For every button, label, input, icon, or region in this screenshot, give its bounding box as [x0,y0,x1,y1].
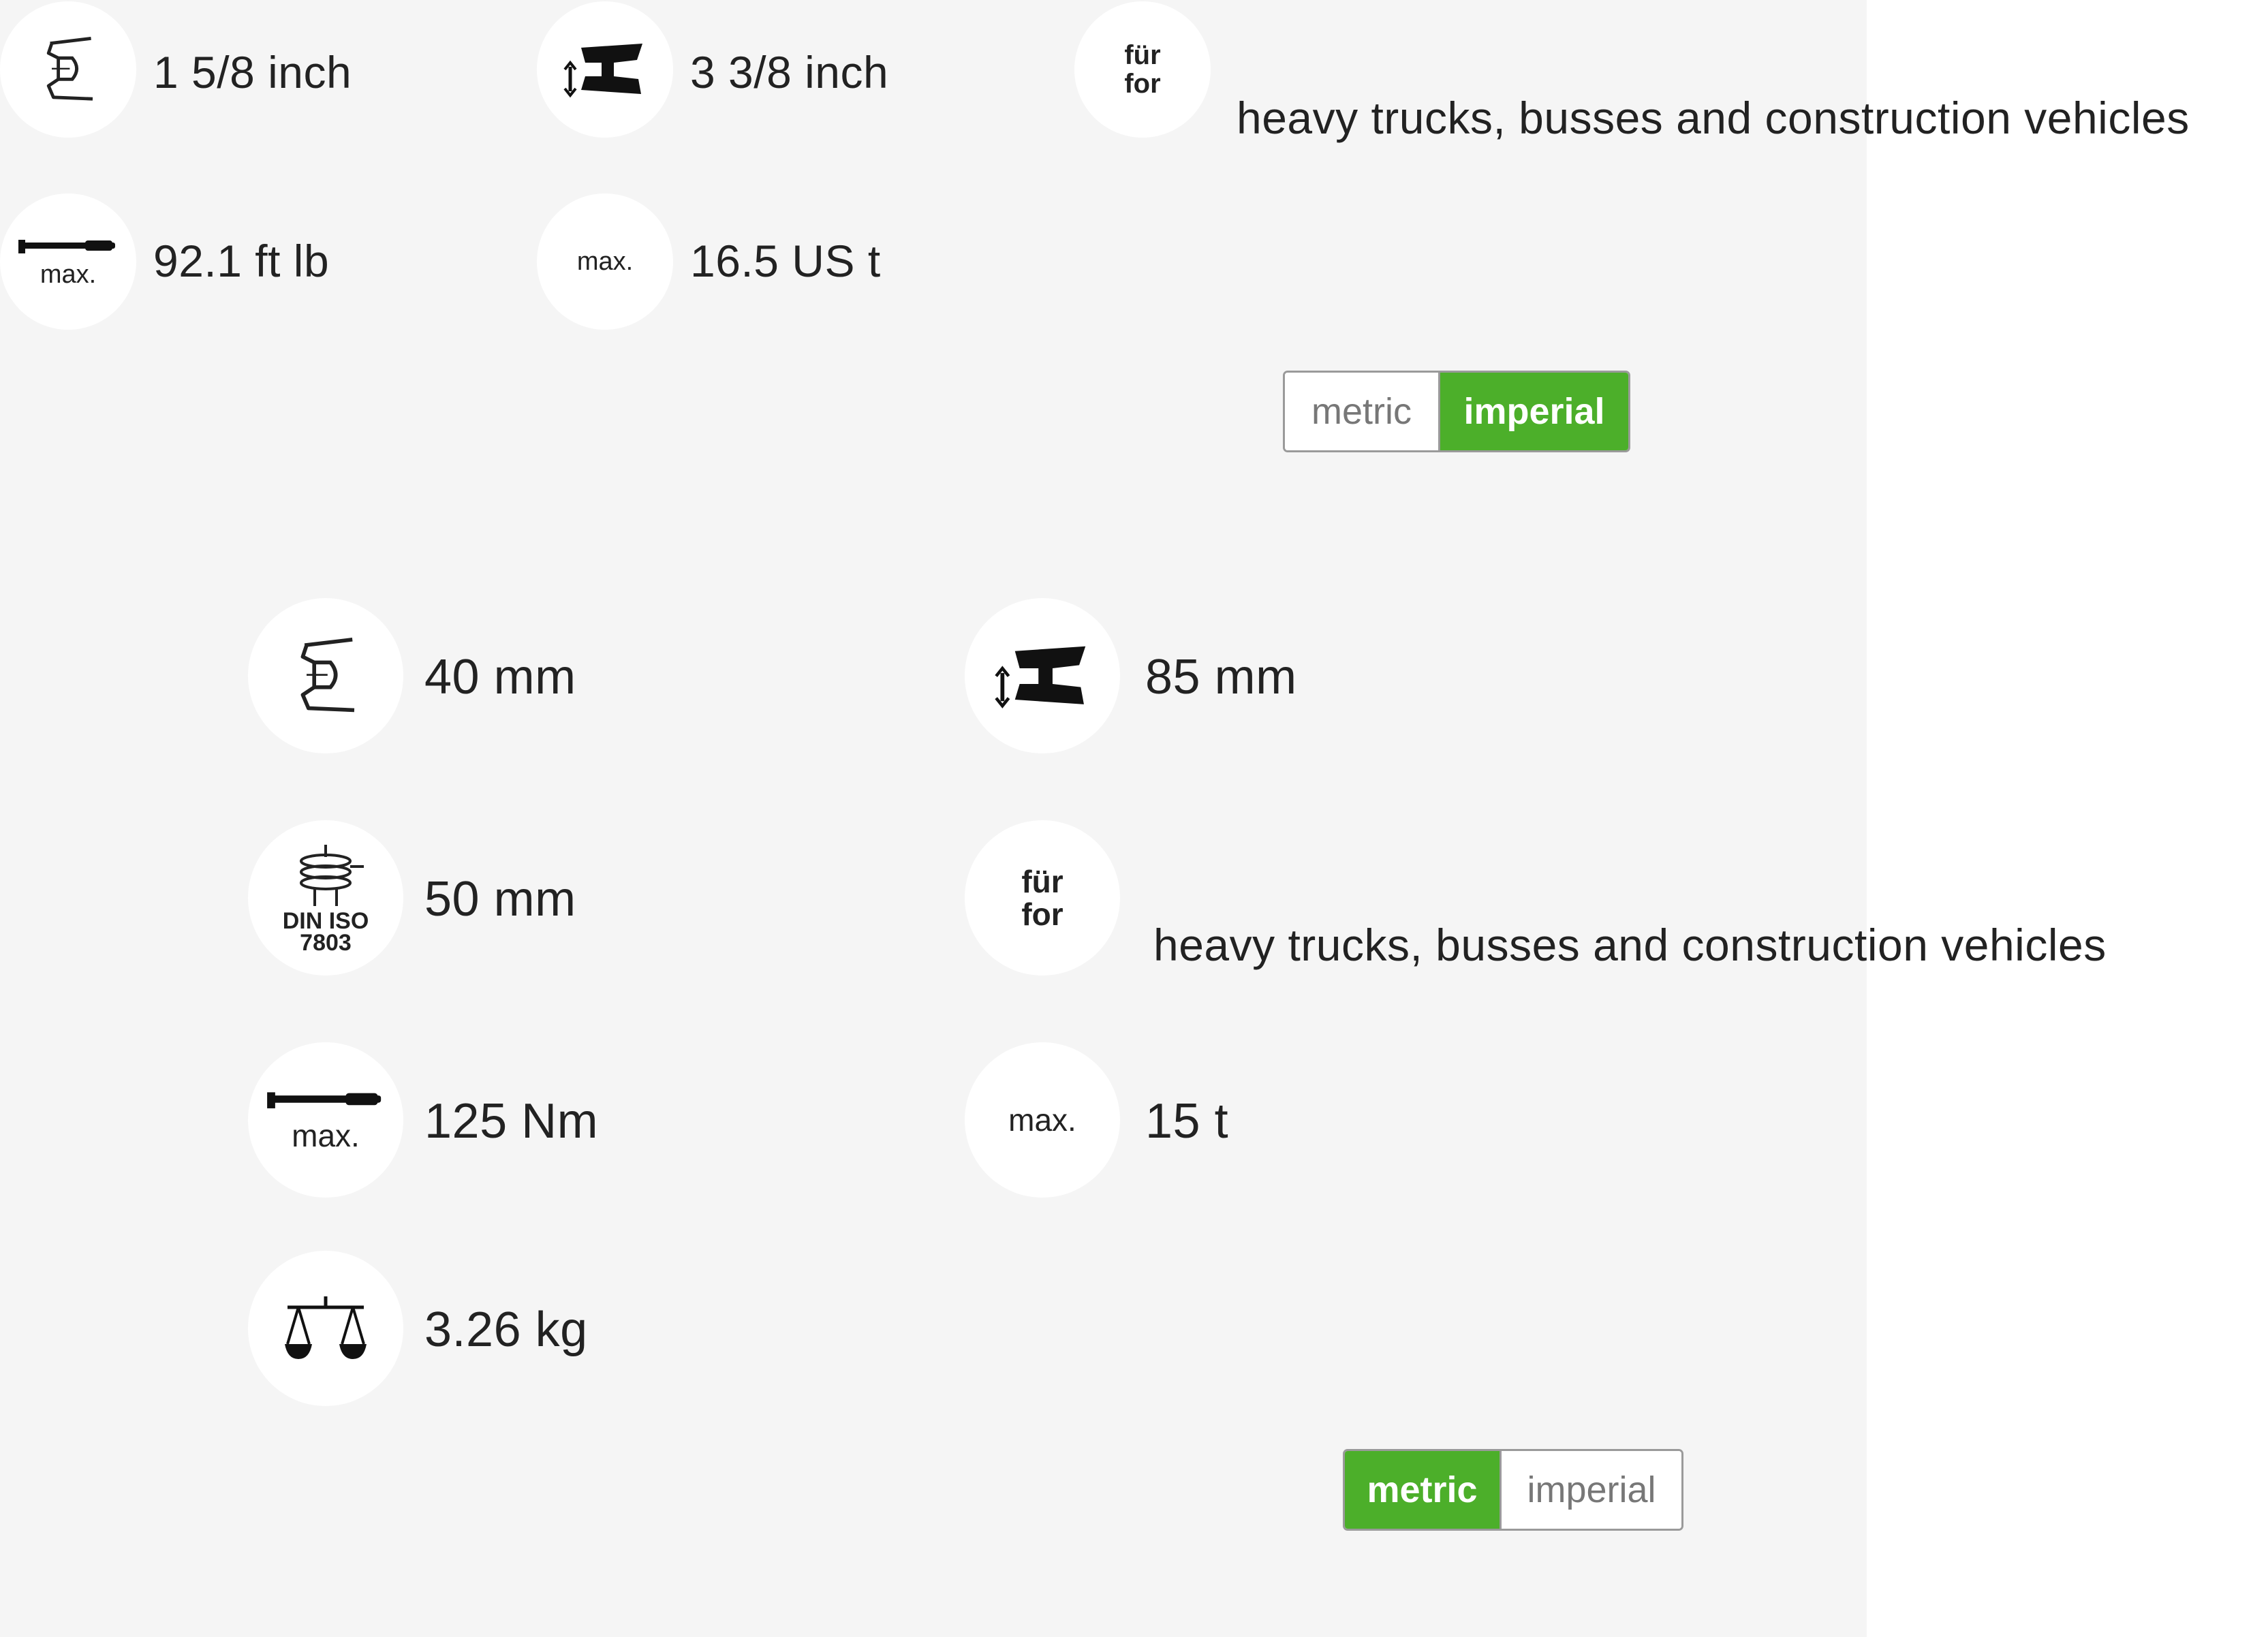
metric-toggle-button[interactable]: metric [1285,373,1440,450]
scale-graphic [285,1296,367,1359]
torque-max-label: max. [40,260,97,289]
torque-wrench-graphic [18,239,115,253]
max-load-icon: max. [965,1042,1120,1198]
torque-wrench-graphic [267,1092,382,1108]
max-load-icon: max. [537,193,673,330]
din-iso-label: DIN ISO [282,907,369,934]
max-load-label: max. [576,247,634,276]
clamping-height-icon-graphic [995,646,1086,708]
clamping-height-icon-graphic [563,44,642,98]
max-torque-value: 92.1 ft lb [153,236,330,286]
max-load-value: 15 t [1145,1094,1229,1149]
weight-value: 3.26 kg [424,1303,588,1357]
din-iso-number: 7803 [300,930,352,956]
max-load-label: max. [1008,1102,1076,1138]
clamping-height-icon [537,1,673,138]
application-badge-en: for [1124,69,1161,99]
unit-toggle: metric imperial [1283,371,1630,452]
torque-max-label: max. [292,1118,360,1153]
jaw-opening-icon [0,1,136,138]
application-value: heavy trucks, busses and construction ve… [1237,93,2190,143]
clamping-height-value: 85 mm [1145,650,1297,704]
clamping-height-value: 3 3/8 inch [690,47,889,97]
torque-wrench-icon: max. [0,193,136,330]
application-value: heavy trucks, busses and construction ve… [1153,920,2107,970]
application-badge-de: für [1021,863,1063,899]
jaw-opening-value: 40 mm [424,650,576,704]
jaw-opening-value: 1 5/8 inch [153,47,352,97]
din-iso-graphic [300,844,364,906]
imperial-toggle-button[interactable]: imperial [1502,1451,1681,1529]
torque-wrench-icon: max. [248,1042,403,1198]
application-badge-de: für [1124,40,1161,70]
jaw-opening-icon-graphic [46,37,93,101]
application-badge-en: for [1021,897,1063,932]
application-icon: für for [1074,1,1211,138]
din-iso-icon: DIN ISO 7803 [248,820,403,976]
din-iso-value: 50 mm [424,872,576,926]
metric-toggle-button[interactable]: metric [1345,1451,1502,1529]
jaw-opening-icon [248,598,403,753]
clamping-height-icon [965,598,1120,753]
imperial-toggle-button[interactable]: imperial [1440,373,1628,450]
scale-icon [248,1251,403,1406]
max-torque-value: 125 Nm [424,1094,599,1149]
unit-toggle: metric imperial [1343,1449,1683,1531]
application-icon: für for [965,820,1120,976]
max-load-value: 16.5 US t [690,236,881,286]
jaw-opening-icon-graphic [300,638,355,713]
